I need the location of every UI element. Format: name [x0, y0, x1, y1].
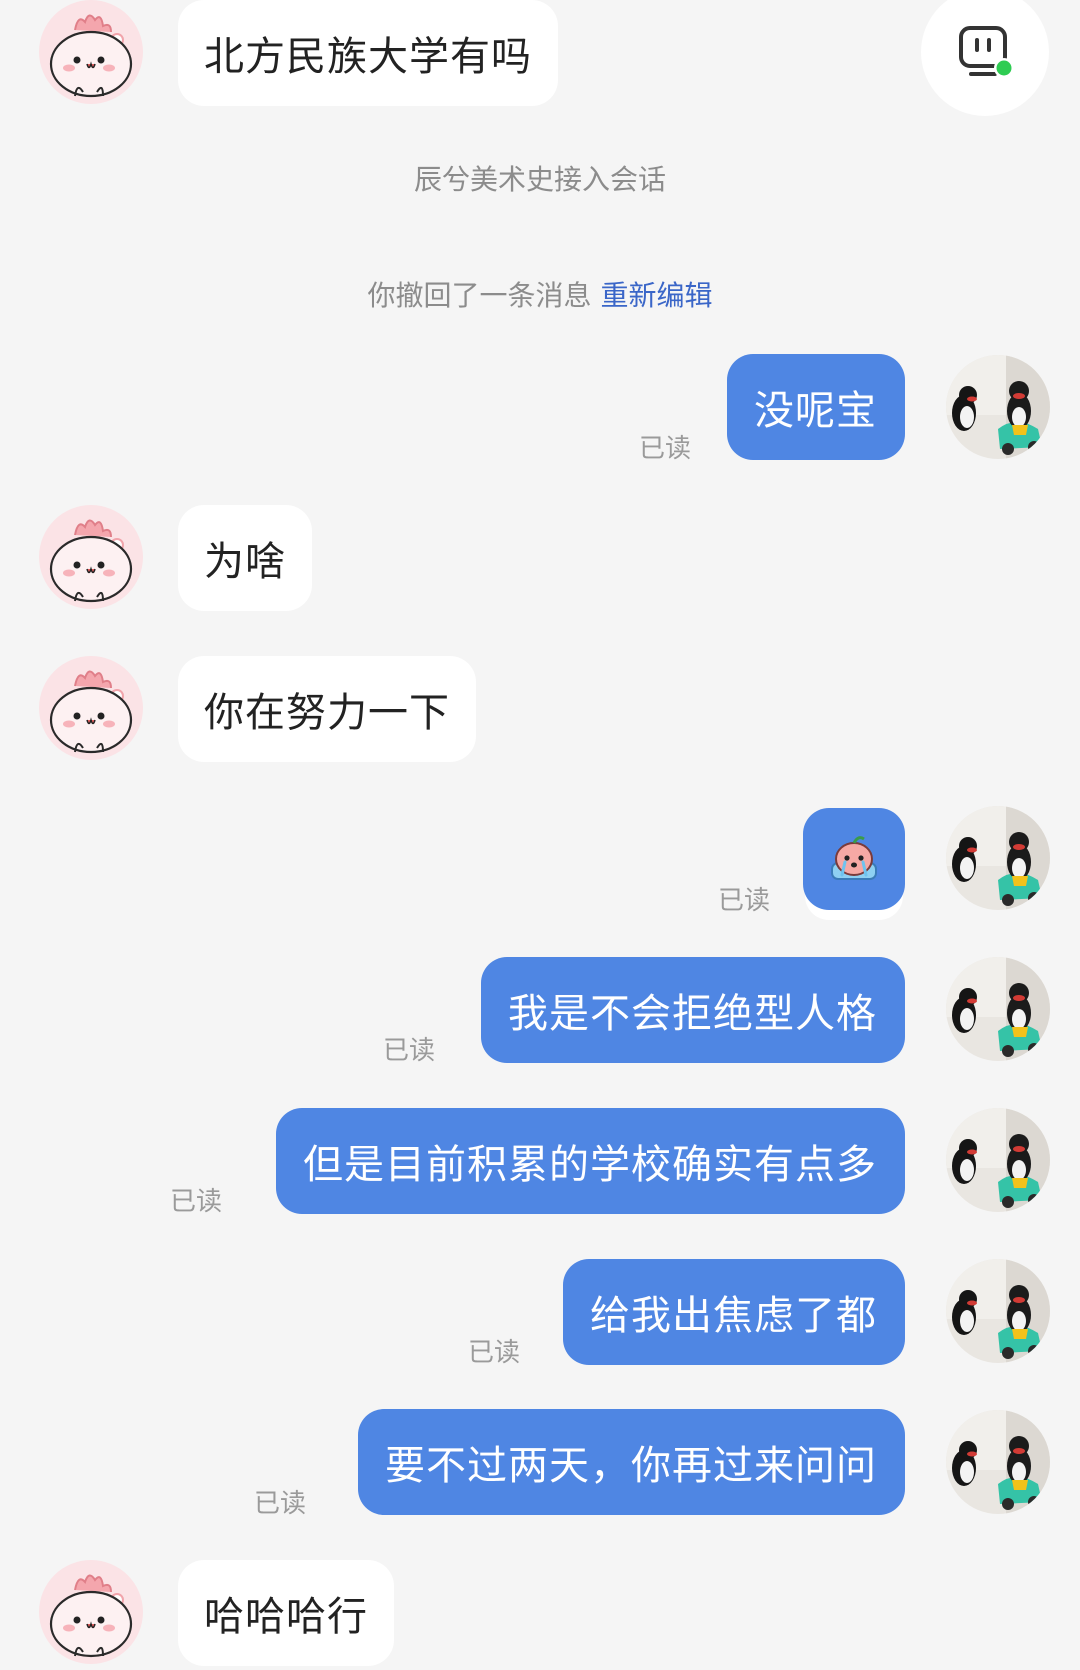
- penguin-photo-avatar-icon: [946, 806, 1050, 910]
- my-avatar[interactable]: [946, 355, 1050, 459]
- pink-blob-avatar-icon: [39, 0, 143, 104]
- message-text: 没呢宝: [754, 388, 877, 434]
- contact-avatar[interactable]: [39, 505, 143, 609]
- sticker-message-bubble[interactable]: [803, 808, 905, 910]
- system-notice-recalled: 你撤回了一条消息 重新编辑: [367, 279, 713, 312]
- message-text: 我是不会拒绝型人格: [508, 991, 877, 1037]
- outgoing-message-bubble[interactable]: 我是不会拒绝型人格: [481, 957, 905, 1063]
- my-avatar[interactable]: [946, 957, 1050, 1061]
- my-avatar[interactable]: [946, 806, 1050, 910]
- pink-blob-avatar-icon: [39, 656, 143, 760]
- read-receipt: 已读: [718, 886, 771, 916]
- message-text: 北方民族大学有吗: [204, 34, 532, 80]
- my-avatar[interactable]: [946, 1410, 1050, 1514]
- message-text: 给我出焦虑了都: [590, 1293, 877, 1339]
- message-text: 为啥: [204, 539, 286, 585]
- incoming-message-bubble[interactable]: 哈哈哈行: [178, 1560, 394, 1666]
- pink-blob-avatar-icon: [39, 505, 143, 609]
- penguin-photo-avatar-icon: [946, 1259, 1050, 1363]
- penguin-photo-avatar-icon: [946, 355, 1050, 459]
- message-text: 但是目前积累的学校确实有点多: [303, 1142, 877, 1188]
- read-receipt: 已读: [254, 1489, 307, 1519]
- outgoing-message-bubble[interactable]: 要不过两天，你再过来问问: [358, 1409, 905, 1515]
- reedit-link[interactable]: 重新编辑: [600, 279, 712, 312]
- penguin-photo-avatar-icon: [946, 1108, 1050, 1212]
- system-notice-joined: 辰兮美术史接入会话: [413, 163, 666, 196]
- service-monitor-button[interactable]: [921, 0, 1049, 116]
- contact-avatar[interactable]: [39, 0, 143, 104]
- my-avatar[interactable]: [946, 1108, 1050, 1212]
- read-receipt: 已读: [170, 1187, 223, 1217]
- message-text: 要不过两天，你再过来问问: [385, 1443, 877, 1489]
- outgoing-message-bubble[interactable]: 给我出焦虑了都: [563, 1259, 905, 1365]
- crying-peach-sticker-icon: [831, 836, 877, 880]
- service-monitor-icon: [959, 26, 1014, 78]
- incoming-message-bubble[interactable]: 为啥: [178, 505, 312, 611]
- penguin-photo-avatar-icon: [946, 1410, 1050, 1514]
- outgoing-message-bubble[interactable]: 没呢宝: [727, 354, 905, 460]
- read-receipt: 已读: [639, 434, 692, 464]
- contact-avatar[interactable]: [39, 1560, 143, 1664]
- penguin-photo-avatar-icon: [946, 957, 1050, 1061]
- pink-blob-avatar-icon: [39, 1560, 143, 1664]
- my-avatar[interactable]: [946, 1259, 1050, 1363]
- message-text: 哈哈哈行: [204, 1594, 368, 1640]
- read-receipt: 已读: [468, 1338, 521, 1368]
- message-text: 你在努力一下: [204, 690, 450, 736]
- read-receipt: 已读: [383, 1036, 436, 1066]
- contact-avatar[interactable]: [39, 656, 143, 760]
- outgoing-message-bubble[interactable]: 但是目前积累的学校确实有点多: [276, 1108, 905, 1214]
- incoming-message-bubble[interactable]: 北方民族大学有吗: [178, 0, 558, 106]
- incoming-message-bubble[interactable]: 你在努力一下: [178, 656, 476, 762]
